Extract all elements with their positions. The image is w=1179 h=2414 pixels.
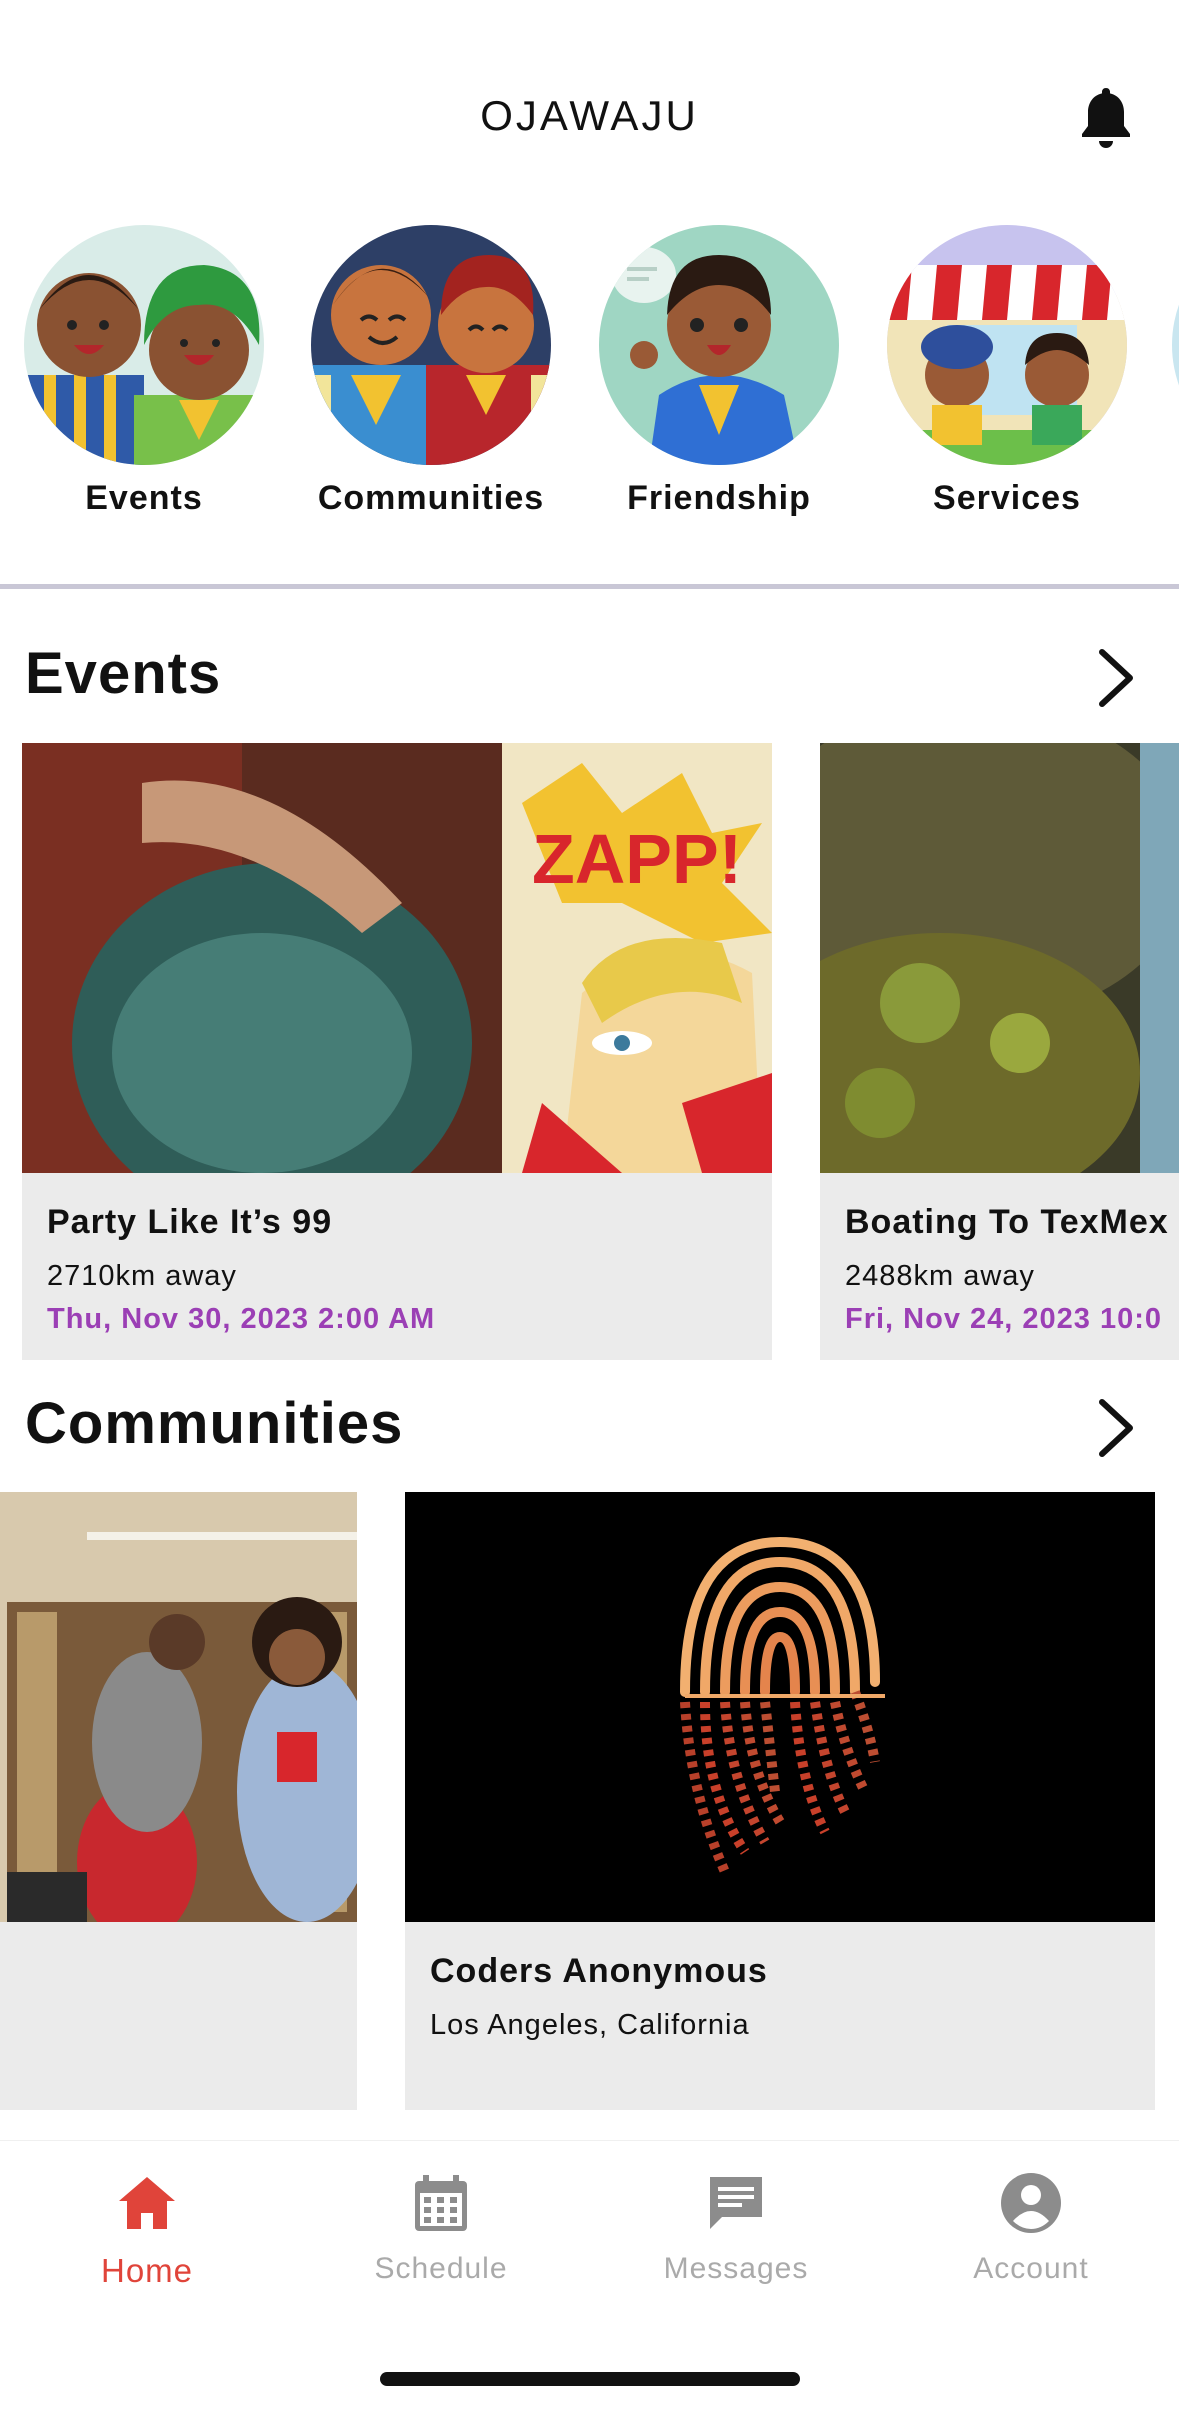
notification-bell-icon[interactable]	[1078, 86, 1134, 150]
event-title: Party Like It’s 99	[47, 1203, 333, 1241]
category-label: Communities	[317, 479, 545, 517]
community-title: Coders Anonymous	[430, 1952, 768, 1990]
event-date: Thu, Nov 30, 2023 2:00 AM	[47, 1303, 436, 1335]
message-icon	[710, 2177, 762, 2229]
category-friendship[interactable]: Friendship	[599, 225, 839, 518]
tab-account[interactable]: Account	[921, 2171, 1141, 2286]
account-icon	[1001, 2173, 1061, 2233]
community-card-body: Coders Anonymous Los Angeles, California	[405, 1922, 1155, 2042]
tab-schedule[interactable]: Schedule	[331, 2171, 551, 2286]
event-image	[820, 743, 1179, 1173]
tab-label: Home	[100, 2252, 194, 2289]
category-services[interactable]: Services	[887, 225, 1127, 518]
community-image	[0, 1492, 357, 1922]
home-indicator[interactable]	[380, 2372, 800, 2386]
community-title: rs	[0, 1952, 332, 1991]
calendar-icon	[415, 2175, 467, 2231]
svg-text:ZAPP!: ZAPP!	[532, 820, 742, 898]
section-divider	[0, 584, 1179, 589]
communities-carousel[interactable]: rs	[0, 1492, 1179, 2110]
event-card[interactable]: ZAPP! Party Like It’s 99 2710km away Thu…	[22, 743, 772, 1360]
friendship-illustration	[599, 225, 839, 465]
community-card-body: rs	[0, 1922, 357, 2009]
event-card[interactable]: Boating To TexMex 2488km away Fri, Nov 2…	[820, 743, 1179, 1360]
app-title: OJAWAJU	[480, 92, 699, 139]
category-label: Events	[85, 479, 203, 517]
category-more-partial[interactable]	[1172, 225, 1179, 465]
community-image	[405, 1492, 1155, 1922]
events-section-title: Events	[25, 641, 222, 706]
communities-section-title: Communities	[25, 1391, 404, 1456]
tab-label: Schedule	[374, 2252, 508, 2285]
tab-home[interactable]: Home	[37, 2171, 257, 2290]
category-label: Services	[933, 479, 1081, 517]
event-distance: 2488km away	[845, 1260, 1035, 1292]
home-icon	[119, 2177, 175, 2229]
community-location: Los Angeles, California	[430, 2009, 750, 2041]
community-card[interactable]: rs	[0, 1492, 357, 2110]
tab-label: Account	[973, 2252, 1089, 2285]
communities-illustration	[311, 225, 551, 465]
top-bar: OJAWAJU	[0, 0, 1179, 200]
event-image: ZAPP!	[22, 743, 772, 1173]
event-card-body: Boating To TexMex 2488km away Fri, Nov 2…	[820, 1173, 1179, 1336]
tab-label: Messages	[663, 2252, 809, 2285]
event-title: Boating To TexMex	[845, 1203, 1169, 1241]
category-events[interactable]: Events	[24, 225, 264, 518]
tab-messages[interactable]: Messages	[626, 2171, 846, 2286]
services-illustration	[887, 225, 1127, 465]
category-communities[interactable]: Communities	[311, 225, 551, 518]
events-carousel[interactable]: ZAPP! Party Like It’s 99 2710km away Thu…	[0, 743, 1179, 1360]
events-illustration	[24, 225, 264, 465]
event-distance: 2710km away	[47, 1260, 237, 1292]
community-card[interactable]: Coders Anonymous Los Angeles, California	[405, 1492, 1155, 2110]
category-label: Friendship	[627, 479, 811, 517]
chevron-right-icon[interactable]	[1092, 1396, 1140, 1460]
event-card-body: Party Like It’s 99 2710km away Thu, Nov …	[22, 1173, 772, 1336]
event-date: Fri, Nov 24, 2023 10:0	[845, 1303, 1162, 1335]
chevron-right-icon[interactable]	[1092, 646, 1140, 710]
category-carousel: Events Communities Friendship Services	[0, 225, 1179, 545]
